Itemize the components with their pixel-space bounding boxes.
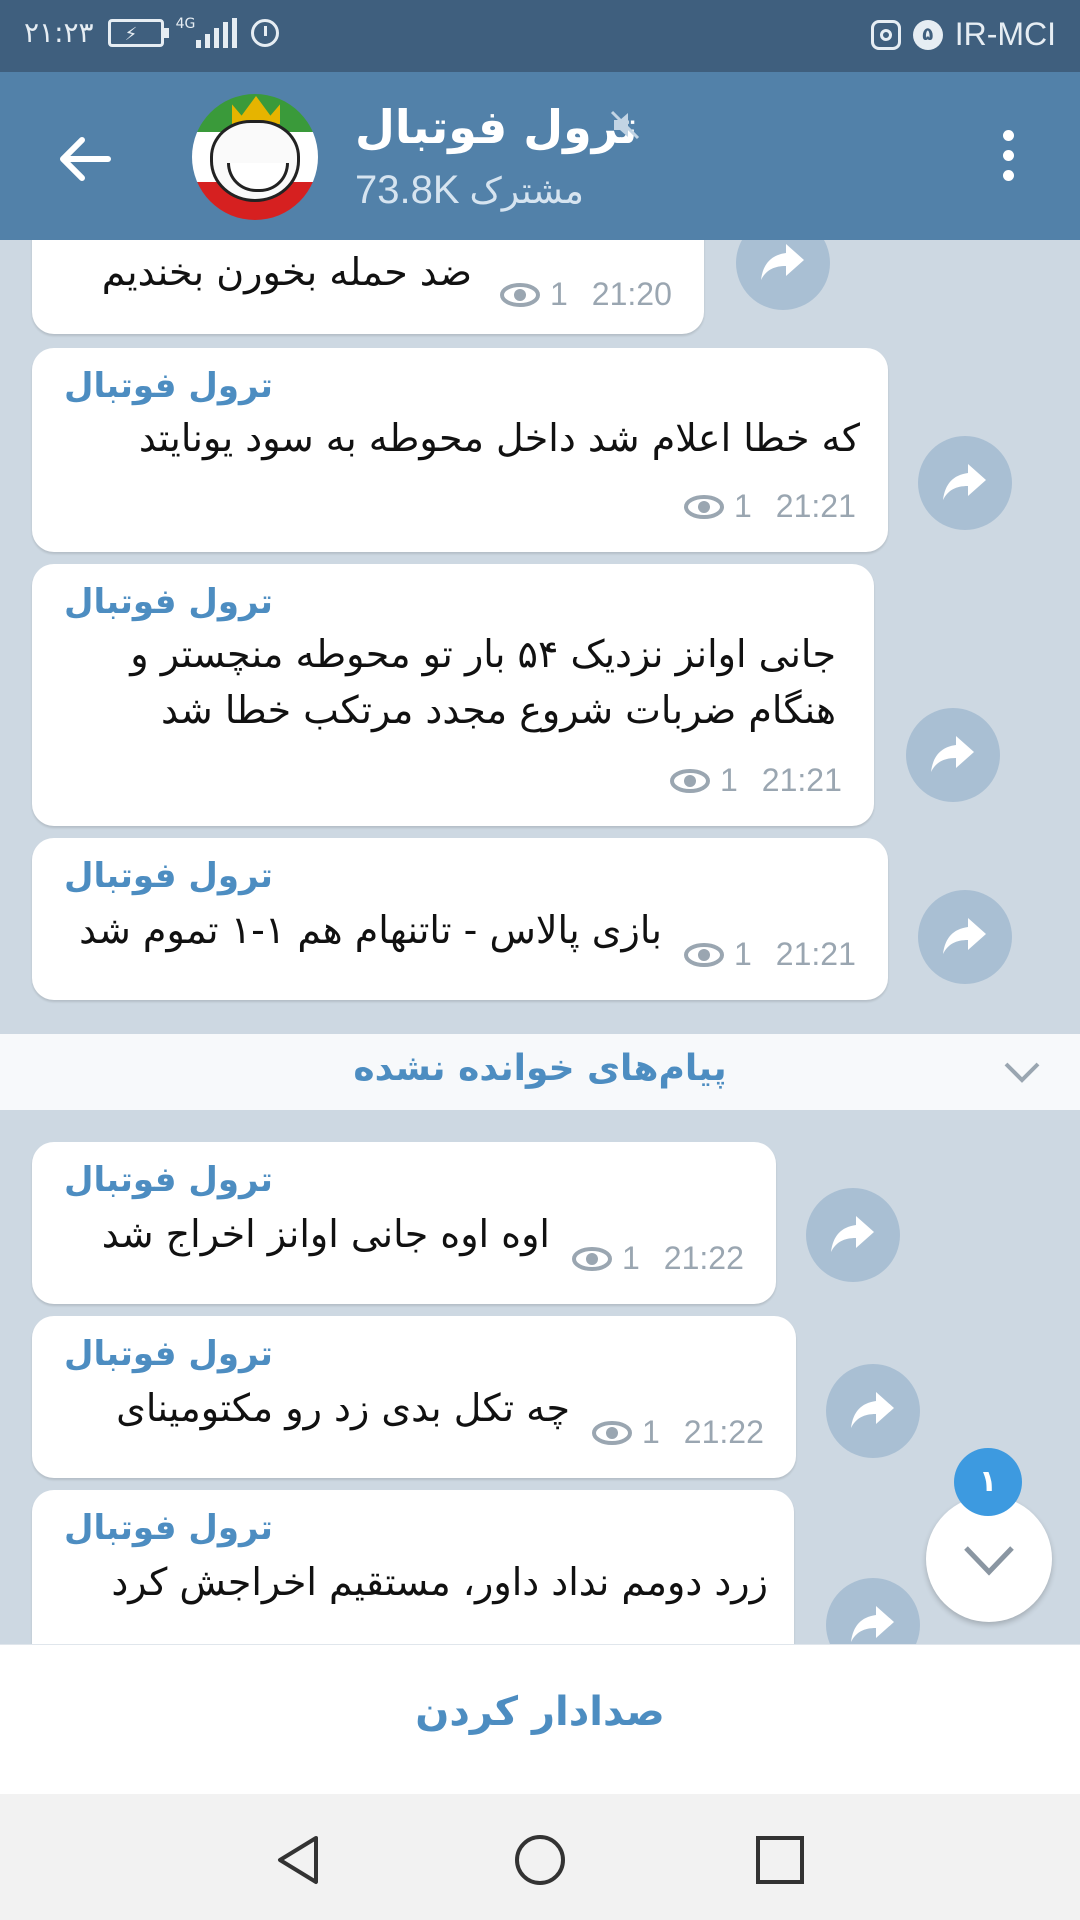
notification-count-badge: ۵ bbox=[912, 19, 943, 50]
unread-count-badge: ۱ bbox=[954, 1448, 1022, 1516]
message-list[interactable]: ضد حمله بخورن بخندیم 1 21:20 ترول فوتبال… bbox=[0, 240, 1080, 1644]
message-time: 21:20 bbox=[591, 276, 672, 312]
subscribers-info: 73.8K مشترک bbox=[355, 168, 584, 213]
unmute-button[interactable]: صدادار کردن bbox=[0, 1689, 1080, 1735]
unread-divider: پیام‌های خوانده نشده bbox=[0, 1034, 1080, 1110]
share-button[interactable] bbox=[918, 890, 1012, 984]
view-count: 1 bbox=[550, 276, 568, 312]
message-sender: ترول فوتبال bbox=[64, 856, 273, 896]
subscribers-count: 73.8K bbox=[355, 168, 460, 212]
message-sender: ترول فوتبال bbox=[64, 1334, 273, 1374]
message-text-line: جانی اوانز نزدیک ۵۴ بار تو محوطه منچستر … bbox=[130, 632, 836, 676]
view-count: 1 bbox=[720, 762, 738, 798]
bottom-action-bar: صدادار کردن bbox=[0, 1644, 1080, 1795]
views-icon bbox=[684, 942, 724, 967]
views-icon bbox=[670, 768, 710, 793]
message-text-line: هنگام ضربات شروع مجدد مرتکب خطا شد bbox=[160, 688, 836, 732]
message-time: 21:21 bbox=[775, 488, 856, 524]
more-vertical-icon bbox=[996, 130, 1020, 181]
chat-header: ترول فوتبال 73.8K مشترک bbox=[0, 72, 1080, 240]
share-button[interactable] bbox=[826, 1364, 920, 1458]
troll-face-icon bbox=[210, 120, 300, 202]
share-arrow-icon bbox=[931, 736, 974, 772]
views-icon bbox=[500, 282, 540, 307]
message-text: بازی پالاس - تاتنهام هم ۱-۱ تموم شد bbox=[79, 908, 662, 952]
chevron-down-icon bbox=[964, 1546, 1014, 1576]
message-bubble[interactable]: ترول فوتبال چه تکل بدی زد رو مکتومینای 1… bbox=[32, 1316, 796, 1478]
views-icon bbox=[572, 1246, 612, 1271]
instagram-icon bbox=[870, 19, 901, 50]
share-arrow-icon bbox=[943, 918, 986, 954]
message-bubble[interactable]: ترول فوتبال که خطا اعلام شد داخل محوطه ب… bbox=[32, 348, 888, 552]
share-button[interactable] bbox=[826, 1578, 920, 1644]
share-button[interactable] bbox=[736, 240, 830, 310]
share-arrow-icon bbox=[943, 464, 986, 500]
view-count: 1 bbox=[642, 1414, 660, 1450]
share-arrow-icon bbox=[761, 244, 804, 280]
message-text: اوه اوه جانی اوانز اخراج شد bbox=[101, 1212, 550, 1256]
message-time: 21:21 bbox=[761, 762, 842, 798]
share-arrow-icon bbox=[831, 1216, 874, 1252]
message-meta: 1 21:21 bbox=[684, 488, 856, 525]
view-count: 1 bbox=[734, 488, 752, 524]
message-bubble[interactable]: ترول فوتبال بازی پالاس - تاتنهام هم ۱-۱ … bbox=[32, 838, 888, 1000]
message-meta: 1 21:22 bbox=[592, 1414, 764, 1451]
nav-back-icon[interactable] bbox=[272, 1832, 328, 1888]
carrier-name: IR-MCI bbox=[954, 16, 1056, 52]
view-count: 1 bbox=[734, 936, 752, 972]
network-type: 4G bbox=[175, 15, 196, 32]
share-button[interactable] bbox=[906, 708, 1000, 802]
unread-divider-label: پیام‌های خوانده نشده bbox=[353, 1048, 727, 1089]
subscribers-label: مشترک bbox=[469, 171, 584, 212]
share-arrow-icon bbox=[851, 1606, 894, 1642]
nav-recents-icon[interactable] bbox=[752, 1832, 808, 1888]
message-sender: ترول فوتبال bbox=[64, 366, 273, 406]
share-button[interactable] bbox=[918, 436, 1012, 530]
message-time: 21:22 bbox=[683, 1414, 764, 1450]
signal-icon: 4G bbox=[175, 15, 237, 48]
message-meta: 1 21:21 bbox=[670, 762, 842, 799]
message-text: چه تکل بدی زد رو مکتومینای bbox=[116, 1386, 570, 1430]
message-bubble[interactable]: ترول فوتبال زرد دومم نداد داور، مستقیم ا… bbox=[32, 1490, 794, 1644]
message-sender: ترول فوتبال bbox=[64, 1160, 273, 1200]
views-icon bbox=[684, 494, 724, 519]
message-bubble[interactable]: ضد حمله بخورن بخندیم 1 21:20 bbox=[32, 240, 704, 334]
status-bar: ۲۱:۲۳ ⚡ 4G ۵ IR-MCI bbox=[0, 0, 1080, 72]
share-arrow-icon bbox=[851, 1392, 894, 1428]
status-time: ۲۱:۲۳ bbox=[24, 16, 94, 49]
system-navigation-bar bbox=[0, 1794, 1080, 1920]
message-sender: ترول فوتبال bbox=[64, 1508, 273, 1548]
message-meta: 1 21:20 bbox=[500, 276, 672, 313]
back-button[interactable] bbox=[50, 124, 120, 194]
alarm-icon bbox=[250, 18, 279, 47]
muted-speaker-icon bbox=[610, 110, 640, 140]
share-button[interactable] bbox=[806, 1188, 900, 1282]
message-meta: 1 21:22 bbox=[572, 1240, 744, 1277]
message-sender: ترول فوتبال bbox=[64, 582, 273, 622]
message-bubble[interactable]: ترول فوتبال اوه اوه جانی اوانز اخراج شد … bbox=[32, 1142, 776, 1304]
message-time: 21:21 bbox=[775, 936, 856, 972]
more-options-button[interactable] bbox=[996, 130, 1020, 190]
arrow-left-icon bbox=[60, 137, 111, 181]
channel-title[interactable]: ترول فوتبال bbox=[355, 100, 638, 154]
message-text: زرد دومم نداد داور، مستقیم اخراجش کرد bbox=[111, 1560, 768, 1604]
nav-home-icon[interactable] bbox=[512, 1832, 568, 1888]
view-count: 1 bbox=[622, 1240, 640, 1276]
message-bubble[interactable]: ترول فوتبال جانی اوانز نزدیک ۵۴ بار تو م… bbox=[32, 564, 874, 826]
chevron-down-icon[interactable] bbox=[1000, 1052, 1044, 1092]
message-text: ضد حمله بخورن بخندیم bbox=[101, 250, 472, 294]
message-text: که خطا اعلام شد داخل محوطه به سود یونایت… bbox=[138, 416, 860, 460]
views-icon bbox=[592, 1420, 632, 1445]
channel-avatar[interactable] bbox=[192, 94, 318, 220]
message-meta: 1 21:21 bbox=[684, 936, 856, 973]
battery-charging-icon: ⚡ bbox=[107, 18, 169, 47]
message-time: 21:22 bbox=[663, 1240, 744, 1276]
